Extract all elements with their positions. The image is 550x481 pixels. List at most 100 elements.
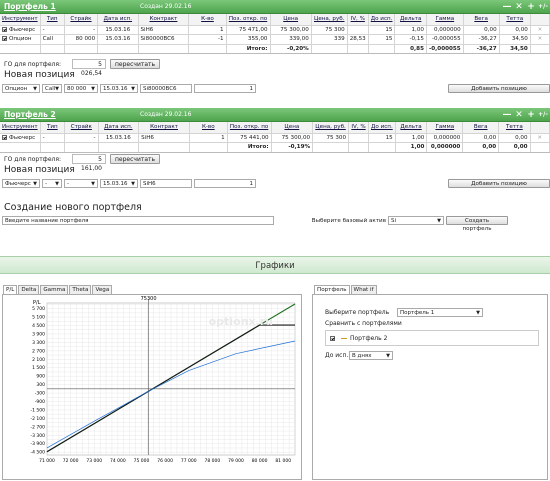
y-tick-label: 2 700 [32,348,45,354]
column-header[interactable]: Тетта [498,122,531,134]
header-row: Инструмент Тип Страйк Дата исп. Контракт К-во… [0,122,550,134]
close-icon[interactable]: ✕ [513,0,525,14]
remove-icon[interactable]: ✕ [530,34,550,45]
add-position-button[interactable]: Добавить позицию [448,179,550,188]
base-asset-select[interactable]: Si ▼ [388,216,444,225]
until-select[interactable]: В днях ▼ [349,351,393,360]
column-header[interactable]: IV, % [347,14,369,26]
new-position-field[interactable]: - ▼ [42,179,62,188]
column-header[interactable]: Тип [40,122,66,134]
new-position-field[interactable]: 80 000 ▼ [64,84,98,93]
portfolio-title[interactable]: Портфель 2 [0,110,140,119]
table-cell: Опцион [0,34,41,45]
x-tick-label: 77 000 [181,458,197,464]
portfolio-name-input[interactable]: Введите название портфеля [2,216,274,225]
recalc-button[interactable]: пересчитать [110,154,161,164]
tab-pl[interactable]: P/L [3,285,18,294]
tab-theta[interactable]: Theta [69,285,92,294]
new-position-field[interactable]: 15.03.16 ▼ [100,179,138,188]
remove-icon[interactable]: ✕ [530,133,550,143]
column-header[interactable]: Гамма [426,14,464,26]
position-checkbox[interactable] [2,134,7,140]
close-icon[interactable]: ✕ [513,108,525,122]
compare-checkbox[interactable] [330,336,335,341]
choose-portfolio-select[interactable]: Портфель 1 ▼ [397,308,483,317]
column-header[interactable]: Тетта [499,14,531,26]
column-header[interactable]: К-во [188,14,227,26]
column-header[interactable]: Дельта [394,14,427,26]
cell-value: - [42,134,45,141]
column-header[interactable]: Дельта [395,122,428,134]
column-header[interactable]: Инструмент [0,122,41,134]
column-header[interactable]: IV, % [348,122,369,134]
cell-value: 75 300,00 [280,26,309,33]
field-value: Фьючерс [5,181,31,187]
column-header[interactable]: Цена, руб. [311,14,348,26]
pl-chart: 75300 P/L5 700 5 100 4 500 3 900 3 300 2 700 2 … [30,296,296,464]
cell-value: 1,00 [411,134,425,141]
expand-icon[interactable]: +/- [537,0,549,14]
add-icon[interactable]: + [525,0,537,14]
new-position-field[interactable]: 1 [194,84,256,93]
new-position-field[interactable]: 1 [194,179,256,188]
collapse-icon[interactable]: — [501,108,513,122]
total-cell [97,44,139,54]
remove-icon[interactable]: ✕ [530,25,550,35]
create-portfolio-button[interactable]: Создать портфель [446,216,508,232]
chevron-down-icon: ▼ [91,86,95,92]
tab-vega[interactable]: Vega [92,285,113,294]
collapse-icon[interactable]: — [501,0,513,14]
column-header[interactable]: Страйк [64,122,99,134]
column-header[interactable]: К-во [189,122,228,134]
tab-delta[interactable]: Delta [18,285,40,294]
position-checkbox[interactable] [2,26,7,32]
y-tick-label: -1 500 [30,407,45,413]
column-header[interactable]: Контракт [138,14,190,26]
total-cell: -0,19% [271,142,314,153]
add-position-button[interactable]: Добавить позицию [448,84,550,93]
new-position-field[interactable]: - ▼ [64,179,98,188]
add-icon[interactable]: + [525,108,537,122]
column-header[interactable]: Вега [462,122,500,134]
cell-value: Call [42,36,54,43]
column-header[interactable]: Поз. откр. по [227,122,272,134]
table-cell: 15 [368,133,396,143]
column-header[interactable]: До исп. [368,122,396,134]
column-header[interactable]: Дата исп. [97,14,139,26]
until-value: В днях [352,353,372,359]
expand-icon[interactable]: +/- [537,108,549,122]
right-tab[interactable]: Портфель [314,285,350,294]
new-position-field[interactable]: SiH6 [140,179,192,188]
total-cell: Итого: [226,44,271,54]
column-header[interactable]: До исп. [368,14,396,26]
table-cell: 1 [188,25,227,35]
column-header[interactable]: Тип [40,14,65,26]
column-header[interactable]: Гамма [426,122,464,134]
new-position-field[interactable]: Call ▼ [42,84,62,93]
chevron-down-icon: ▼ [33,181,37,187]
column-header[interactable]: Поз. откр. по [226,14,271,26]
new-position-field[interactable]: Фьючерс ▼ [2,179,40,188]
portfolio-title[interactable]: Портфель 1 [0,2,140,11]
cell-value: 339,00 [289,36,309,43]
column-header[interactable]: Дата исп. [98,122,140,134]
totals-row: Итого: -0,20% 0,85 -0,000055 -36,27 34,50 [0,44,550,54]
position-checkbox[interactable] [2,36,7,42]
column-header[interactable]: Цена [270,14,312,26]
new-position-field[interactable]: Опцион ▼ [2,84,40,93]
column-header[interactable]: Цена [271,122,314,134]
x-tick-label: 80 000 [252,458,268,464]
column-header[interactable]: Страйк [64,14,99,26]
column-header[interactable]: Цена, руб. [312,122,350,134]
table-cell: - [64,133,99,143]
recalc-button[interactable]: пересчитать [110,59,161,69]
new-position-field[interactable]: 15.03.16 ▼ [100,84,138,93]
column-header[interactable]: Инструмент [0,14,41,26]
new-position-field[interactable]: Si80000BC6 [140,84,192,93]
right-tab[interactable]: What if [350,285,377,294]
total-cell: 0,00 [462,142,500,153]
column-header[interactable]: Контракт [138,122,190,134]
column-header[interactable]: Вега [463,14,500,26]
tab-gamma[interactable]: Gamma [40,285,69,294]
table-cell: 15.03.16 [97,34,139,45]
